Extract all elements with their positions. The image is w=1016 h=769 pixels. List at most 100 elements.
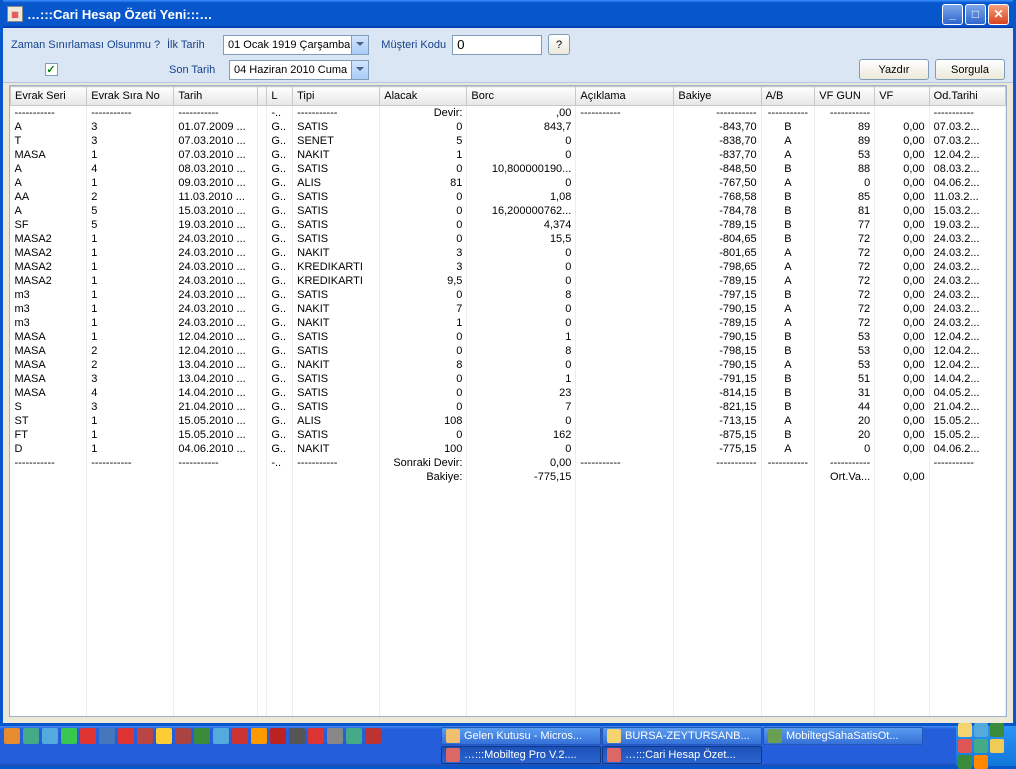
tray-icon[interactable]	[958, 723, 972, 737]
tray-icon[interactable]	[958, 739, 972, 753]
quick-launch-icon[interactable]	[61, 728, 77, 744]
table-row[interactable]: Bakiye:-775,15Ort.Va...0,00	[11, 470, 1006, 484]
table-row[interactable]: MASA2124.03.2010 ...G..KREDIKARTI30-798,…	[11, 260, 1006, 274]
help-button[interactable]: ?	[548, 34, 570, 55]
table-row[interactable]: MASA2124.03.2010 ...G..KREDIKARTI9,50-78…	[11, 274, 1006, 288]
table-row[interactable]: MASA107.03.2010 ...G..NAKIT10-837,70A530…	[11, 148, 1006, 162]
close-button[interactable]: ✕	[988, 4, 1009, 25]
tray-icon[interactable]	[990, 723, 1004, 737]
yazdir-button[interactable]: Yazdır	[859, 59, 929, 80]
table-row[interactable]	[11, 596, 1006, 610]
son-tarih-select[interactable]: 04 Haziran 2010 Cuma	[229, 60, 369, 80]
table-row[interactable]	[11, 540, 1006, 554]
column-header[interactable]: Evrak Seri	[11, 87, 87, 106]
table-row[interactable]	[11, 568, 1006, 582]
ilk-tarih-select[interactable]: 01 Ocak 1919 Çarşamba	[223, 35, 369, 55]
table-row[interactable]: m3124.03.2010 ...G..NAKIT70-790,15A720,0…	[11, 302, 1006, 316]
table-row[interactable]	[11, 694, 1006, 708]
table-row[interactable]: A515.03.2010 ...G..SATIS016,200000762...…	[11, 204, 1006, 218]
sorgula-button[interactable]: Sorgula	[935, 59, 1005, 80]
quick-launch-icon[interactable]	[232, 728, 248, 744]
quick-launch-icon[interactable]	[327, 728, 343, 744]
tray-icon[interactable]	[974, 755, 988, 769]
taskbar-button[interactable]: BURSA-ZEYTURSANB...	[602, 727, 762, 745]
table-row[interactable]	[11, 652, 1006, 666]
tray-icon[interactable]	[974, 723, 988, 737]
table-row[interactable]	[11, 526, 1006, 540]
quick-launch-icon[interactable]	[80, 728, 96, 744]
table-row[interactable]: MASA112.04.2010 ...G..SATIS01-790,15B530…	[11, 330, 1006, 344]
table-row[interactable]: A408.03.2010 ...G..SATIS010,800000190...…	[11, 162, 1006, 176]
quick-launch-icon[interactable]	[99, 728, 115, 744]
quick-launch-icon[interactable]	[137, 728, 153, 744]
quick-launch-icon[interactable]	[346, 728, 362, 744]
table-row[interactable]: MASA212.04.2010 ...G..SATIS08-798,15B530…	[11, 344, 1006, 358]
table-row[interactable]	[11, 624, 1006, 638]
table-row[interactable]	[11, 554, 1006, 568]
quick-launch-icon[interactable]	[270, 728, 286, 744]
tray-icon[interactable]	[974, 739, 988, 753]
quick-launch-icon[interactable]	[365, 728, 381, 744]
table-row[interactable]: D104.06.2010 ...G..NAKIT1000-775,15A00,0…	[11, 442, 1006, 456]
table-row[interactable]: ----------------------------------..----…	[11, 106, 1006, 121]
table-row[interactable]	[11, 498, 1006, 512]
table-row[interactable]: AA211.03.2010 ...G..SATIS01,08-768,58B85…	[11, 190, 1006, 204]
quick-launch-icon[interactable]	[213, 728, 229, 744]
column-header[interactable]: Evrak Sıra No	[87, 87, 174, 106]
quick-launch-icon[interactable]	[175, 728, 191, 744]
column-header[interactable]: Açıklama	[576, 87, 674, 106]
table-row[interactable]: A109.03.2010 ...G..ALIS810-767,50A00,000…	[11, 176, 1006, 190]
table-row[interactable]: FT115.05.2010 ...G..SATIS0162-875,15B200…	[11, 428, 1006, 442]
titlebar[interactable]: ▦ …:::Cari Hesap Özeti Yeni:::… _ □ ✕	[3, 0, 1013, 28]
table-row[interactable]: MASA2124.03.2010 ...G..NAKIT30-801,65A72…	[11, 246, 1006, 260]
taskbar-button[interactable]: …:::Mobilteg Pro V.2....	[441, 746, 601, 764]
table-row[interactable]	[11, 610, 1006, 624]
column-header[interactable]: VF	[875, 87, 929, 106]
quick-launch-icon[interactable]	[289, 728, 305, 744]
column-header[interactable]: Bakiye	[674, 87, 761, 106]
table-row[interactable]	[11, 680, 1006, 694]
table-row[interactable]	[11, 666, 1006, 680]
table-row[interactable]: MASA313.04.2010 ...G..SATIS01-791,15B510…	[11, 372, 1006, 386]
table-row[interactable]: m3124.03.2010 ...G..NAKIT10-789,15A720,0…	[11, 316, 1006, 330]
musteri-input[interactable]	[452, 35, 542, 55]
quick-launch-icon[interactable]	[4, 728, 20, 744]
column-header[interactable]: L	[267, 87, 293, 106]
table-row[interactable]: ST115.05.2010 ...G..ALIS1080-713,15A200,…	[11, 414, 1006, 428]
table-row[interactable]: MASA213.04.2010 ...G..NAKIT80-790,15A530…	[11, 358, 1006, 372]
grid[interactable]: Evrak SeriEvrak Sıra NoTarihLTipiAlacakB…	[9, 85, 1007, 717]
table-row[interactable]	[11, 512, 1006, 526]
table-row[interactable]: MASA2124.03.2010 ...G..SATIS015,5-804,65…	[11, 232, 1006, 246]
quick-launch-icon[interactable]	[42, 728, 58, 744]
minimize-button[interactable]: _	[942, 4, 963, 25]
table-row[interactable]	[11, 638, 1006, 652]
table-row[interactable]: A301.07.2009 ...G..SATIS0843,7-843,70B89…	[11, 120, 1006, 134]
taskbar-button[interactable]: …:::Cari Hesap Özet...	[602, 746, 762, 764]
column-header[interactable]: Od.Tarihi	[929, 87, 1005, 106]
zaman-checkbox[interactable]: ✓	[45, 63, 58, 76]
taskbar-button[interactable]: Gelen Kutusu - Micros...	[441, 727, 601, 745]
table-row[interactable]: ----------------------------------..----…	[11, 456, 1006, 470]
quick-launch-icon[interactable]	[156, 728, 172, 744]
quick-launch-icon[interactable]	[308, 728, 324, 744]
taskbar-button[interactable]: MobiltegSahaSatisOt...	[763, 727, 923, 745]
column-header[interactable]: A/B	[761, 87, 815, 106]
column-header[interactable]: Alacak	[380, 87, 467, 106]
table-row[interactable]: m3124.03.2010 ...G..SATIS08-797,15B720,0…	[11, 288, 1006, 302]
quick-launch-icon[interactable]	[251, 728, 267, 744]
table-row[interactable]: T307.03.2010 ...G..SENET50-838,70A890,00…	[11, 134, 1006, 148]
table-row[interactable]	[11, 484, 1006, 498]
table-row[interactable]: SF519.03.2010 ...G..SATIS04,374-789,15B7…	[11, 218, 1006, 232]
column-header[interactable]	[257, 87, 267, 106]
quick-launch-icon[interactable]	[194, 728, 210, 744]
tray-icon[interactable]	[990, 739, 1004, 753]
table-row[interactable]: MASA414.04.2010 ...G..SATIS023-814,15B31…	[11, 386, 1006, 400]
column-header[interactable]: Tipi	[293, 87, 380, 106]
column-header[interactable]: Borc	[467, 87, 576, 106]
maximize-button[interactable]: □	[965, 4, 986, 25]
tray-icon[interactable]	[958, 755, 972, 769]
column-header[interactable]: VF GUN	[815, 87, 875, 106]
column-header[interactable]: Tarih	[174, 87, 257, 106]
table-row[interactable]	[11, 582, 1006, 596]
table-row[interactable]: S321.04.2010 ...G..SATIS07-821,15B440,00…	[11, 400, 1006, 414]
